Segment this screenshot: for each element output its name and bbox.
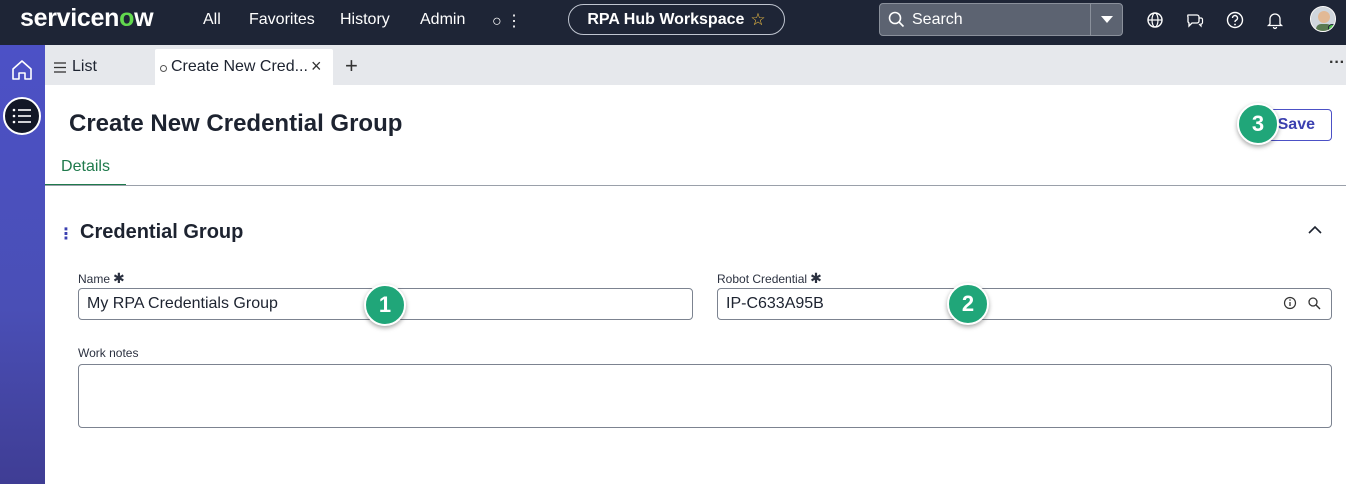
workspace-tab-bar: List Create New Cred... × + ···	[45, 45, 1346, 85]
home-icon[interactable]	[10, 58, 34, 82]
list-view-button[interactable]	[3, 97, 41, 135]
robot-credential-label: Robot Credential ✱	[717, 270, 822, 286]
help-icon[interactable]	[1225, 10, 1245, 30]
search-icon	[888, 11, 905, 28]
user-avatar[interactable]	[1310, 6, 1336, 32]
section-title: Credential Group	[80, 221, 244, 243]
top-navigation-bar: servicenow All Favorites History Admin ○…	[0, 0, 1346, 45]
online-status-dot	[1328, 24, 1335, 31]
workspace-label: RPA Hub Workspace	[587, 10, 745, 28]
tab-list-label: List	[72, 58, 97, 75]
star-icon[interactable]: ☆	[750, 10, 765, 30]
callout-badge-1: 1	[364, 284, 406, 326]
nav-history[interactable]: History	[340, 11, 390, 29]
tab-divider	[45, 185, 1346, 186]
nav-all[interactable]: All	[203, 11, 221, 29]
lookup-search-icon[interactable]	[1307, 296, 1321, 310]
work-notes-textarea[interactable]	[78, 364, 1332, 428]
servicenow-logo[interactable]: servicenow	[20, 4, 154, 33]
globe-icon[interactable]	[1145, 10, 1165, 30]
tab-active-label: Create New Cred...	[171, 58, 308, 75]
info-icon[interactable]	[1283, 296, 1297, 310]
search-scope-dropdown[interactable]	[1090, 4, 1123, 35]
chat-icon[interactable]	[1185, 10, 1205, 30]
nav-admin[interactable]: Admin	[420, 11, 465, 29]
tab-details[interactable]: Details	[45, 158, 126, 186]
work-notes-label: Work notes	[78, 346, 139, 360]
more-options-icon[interactable]: ···	[1329, 54, 1345, 72]
close-tab-icon[interactable]: ×	[311, 56, 322, 77]
global-search	[879, 3, 1123, 36]
add-tab-icon[interactable]: +	[345, 53, 358, 79]
required-asterisk-icon: ✱	[810, 270, 822, 286]
nav-more-menu[interactable]: ○ ⋮	[492, 11, 522, 31]
list-icon	[12, 108, 31, 124]
callout-badge-2: 2	[947, 283, 989, 325]
tab-create-new-credential[interactable]: Create New Cred... ×	[155, 49, 333, 85]
tab-list[interactable]: List	[54, 58, 97, 76]
name-label: Name ✱	[78, 270, 125, 286]
chevron-up-icon[interactable]	[1307, 222, 1323, 238]
required-asterisk-icon: ✱	[113, 270, 125, 286]
nav-favorites[interactable]: Favorites	[249, 11, 315, 29]
page-title: Create New Credential Group	[69, 110, 403, 137]
reference-icons	[1283, 296, 1321, 310]
callout-badge-3: 3	[1237, 103, 1279, 145]
robot-credential-input[interactable]	[717, 288, 1332, 320]
unsaved-indicator-icon	[160, 65, 167, 72]
search-input[interactable]	[912, 8, 1082, 32]
caret-down-icon	[1101, 15, 1113, 23]
left-rail	[0, 45, 45, 484]
list-lines-icon	[54, 61, 66, 73]
bell-icon[interactable]	[1265, 10, 1285, 30]
workspace-selector[interactable]: RPA Hub Workspace ☆	[568, 4, 785, 35]
section-menu-icon[interactable]: ⋮	[58, 224, 74, 244]
